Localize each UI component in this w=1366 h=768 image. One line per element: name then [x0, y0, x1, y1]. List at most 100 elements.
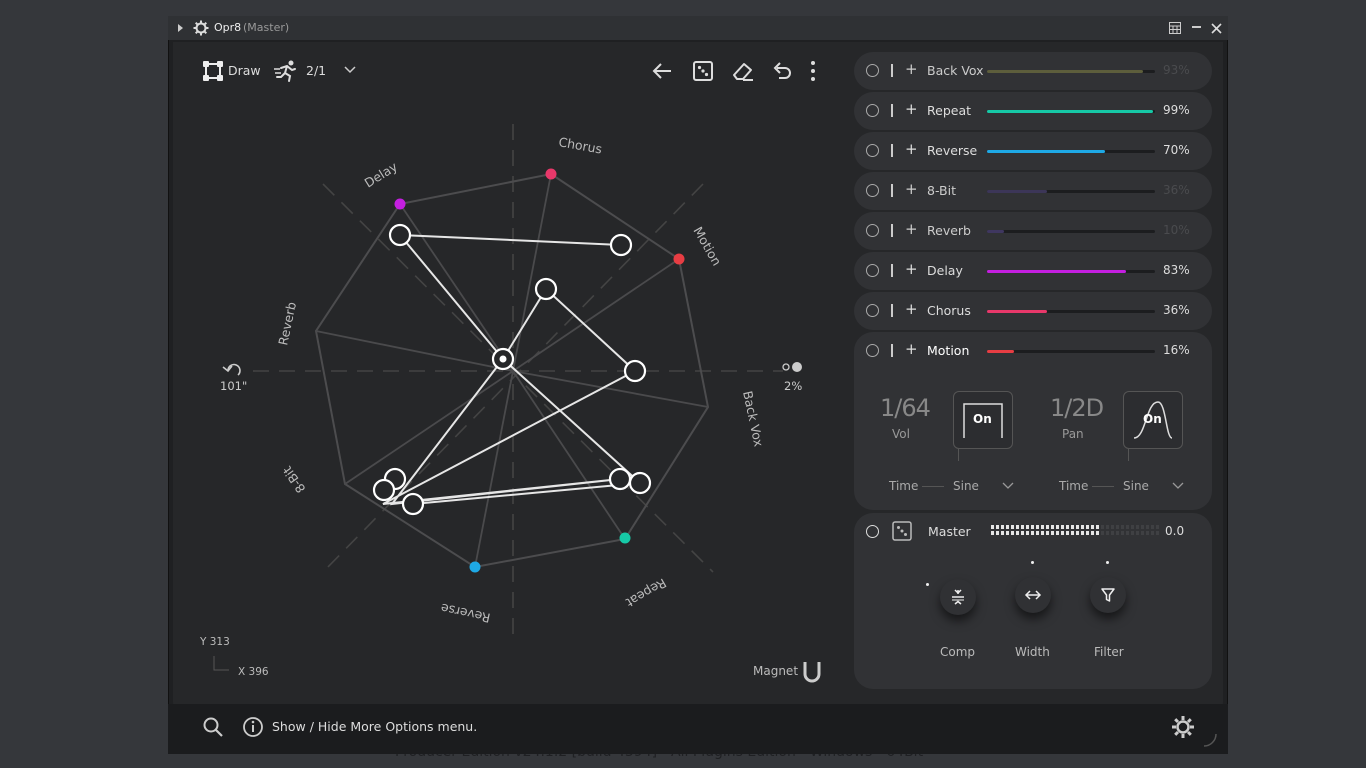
- track-pct: 36%: [1163, 183, 1190, 197]
- master-enable-toggle[interactable]: [866, 525, 879, 538]
- node-motion[interactable]: [673, 253, 685, 265]
- close-icon[interactable]: [1211, 23, 1222, 34]
- lfo2-target: Pan: [1062, 427, 1084, 441]
- settings-gear-icon[interactable]: [1171, 715, 1195, 739]
- lfo2-mode[interactable]: Time: [1059, 479, 1088, 493]
- motion-enable-toggle[interactable]: [866, 344, 879, 357]
- add-icon[interactable]: +: [905, 180, 918, 198]
- resize-handle-icon[interactable]: [1202, 732, 1218, 748]
- gear-icon[interactable]: [193, 20, 209, 36]
- lfo1-on-button[interactable]: On: [953, 391, 1013, 449]
- magnet-icon[interactable]: [803, 662, 821, 683]
- grid-menu-icon[interactable]: [1169, 22, 1181, 34]
- lfo2-on-button[interactable]: On: [1123, 391, 1183, 449]
- path-point[interactable]: [534, 277, 558, 301]
- chevron-down-icon[interactable]: [1002, 482, 1014, 490]
- track-pct: 36%: [1163, 303, 1190, 317]
- track-slider[interactable]: [987, 110, 1155, 113]
- window-title: Opr8: [214, 21, 242, 34]
- track-slider-fill: [987, 70, 1144, 73]
- track-enable-toggle[interactable]: [866, 184, 879, 197]
- track-row-back-vox[interactable]: + Back Vox 93%: [854, 52, 1212, 90]
- track-label: Delay: [927, 263, 963, 278]
- add-icon[interactable]: +: [905, 220, 918, 238]
- track-slider[interactable]: [987, 270, 1155, 273]
- width-knob[interactable]: [1015, 577, 1051, 613]
- track-pct: 93%: [1163, 63, 1190, 77]
- track-slider[interactable]: [987, 230, 1155, 233]
- lfo1-rate[interactable]: 1/64: [880, 394, 931, 422]
- lfo2-shape[interactable]: Sine: [1123, 479, 1149, 493]
- track-enable-toggle[interactable]: [866, 144, 879, 157]
- axis-label-8-bit: 8-Bit: [279, 463, 308, 495]
- add-icon[interactable]: +: [905, 300, 918, 318]
- add-icon[interactable]: +: [905, 260, 918, 278]
- path-point[interactable]: [388, 223, 412, 247]
- axis-label-delay: Delay: [362, 159, 401, 191]
- lfo1-mode[interactable]: Time: [889, 479, 918, 493]
- path-point[interactable]: [623, 359, 647, 383]
- add-icon[interactable]: +: [905, 140, 918, 158]
- track-label: Reverb: [927, 223, 971, 238]
- path-point[interactable]: [372, 478, 396, 502]
- node-reverse[interactable]: [469, 561, 481, 573]
- track-enable-toggle[interactable]: [866, 264, 879, 277]
- lfo2-rate[interactable]: 1/2D: [1050, 394, 1104, 422]
- track-slider-fill: [987, 230, 1004, 233]
- track-row-8-bit[interactable]: +8-Bit 36%: [854, 172, 1212, 210]
- track-pct: 83%: [1163, 263, 1190, 277]
- node-delay[interactable]: [394, 198, 406, 210]
- path-point[interactable]: [609, 233, 633, 257]
- chevron-down-icon[interactable]: [1172, 482, 1184, 490]
- filter-knob[interactable]: [1090, 577, 1126, 613]
- path-point[interactable]: [608, 467, 632, 491]
- search-icon[interactable]: [202, 716, 224, 738]
- lfo1-target: Vol: [892, 427, 910, 441]
- y-coordinate: Y 313: [199, 636, 230, 648]
- track-row-reverb[interactable]: + Reverb 10%: [854, 212, 1212, 250]
- track-row-reverse[interactable]: + Reverse 70%: [854, 132, 1212, 170]
- track-enable-toggle[interactable]: [866, 104, 879, 117]
- add-icon[interactable]: +: [905, 100, 918, 118]
- track-slider[interactable]: [987, 310, 1155, 313]
- path-point[interactable]: [628, 471, 652, 495]
- track-divider: [891, 224, 893, 237]
- track-slider[interactable]: [987, 190, 1155, 193]
- node-repeat[interactable]: [619, 532, 631, 544]
- track-divider: [891, 304, 893, 317]
- magnet-label[interactable]: Magnet: [753, 664, 798, 678]
- track-enable-toggle[interactable]: [866, 304, 879, 317]
- radar-editor[interactable]: Chorus Motion Back Vox Repeat Reverse 8-…: [173, 42, 853, 716]
- track-divider: [891, 64, 893, 77]
- track-row-repeat[interactable]: + Repeat 99%: [854, 92, 1212, 130]
- motion-add-icon[interactable]: +: [905, 340, 918, 358]
- track-pct: 70%: [1163, 143, 1190, 157]
- width-label: Width: [1015, 645, 1050, 659]
- track-divider: [891, 264, 893, 277]
- track-row-delay[interactable]: + Delay 83%: [854, 252, 1212, 290]
- motion-track[interactable]: [987, 350, 1155, 353]
- add-icon[interactable]: +: [905, 60, 918, 78]
- track-row-chorus[interactable]: + Chorus 36%: [854, 292, 1212, 330]
- title-bar: Opr8 (Master): [168, 16, 1228, 40]
- motion-panel: + Motion 16% 1/64 Vol On Time Sine 1/2D …: [854, 332, 1212, 510]
- track-label: Chorus: [927, 303, 971, 318]
- node-chorus[interactable]: [545, 168, 557, 180]
- track-slider[interactable]: [987, 150, 1155, 153]
- dice-icon[interactable]: [892, 521, 912, 541]
- expand-arrow-icon[interactable]: [177, 23, 185, 33]
- path-point[interactable]: [401, 492, 425, 516]
- x-coordinate: X 396: [238, 666, 269, 678]
- track-enable-toggle[interactable]: [866, 64, 879, 77]
- track-pct: 99%: [1163, 103, 1190, 117]
- track-enable-toggle[interactable]: [866, 224, 879, 237]
- master-panel: Master 0.0 Comp Width Filter: [854, 513, 1212, 689]
- info-icon[interactable]: [242, 716, 264, 738]
- minimize-icon[interactable]: [1192, 26, 1202, 30]
- lfo1-shape[interactable]: Sine: [953, 479, 979, 493]
- track-slider[interactable]: [987, 70, 1155, 73]
- rotate-icon[interactable]: [222, 363, 241, 376]
- filter-label: Filter: [1094, 645, 1124, 659]
- comp-knob[interactable]: [940, 579, 976, 615]
- scale-icon[interactable]: [782, 362, 802, 372]
